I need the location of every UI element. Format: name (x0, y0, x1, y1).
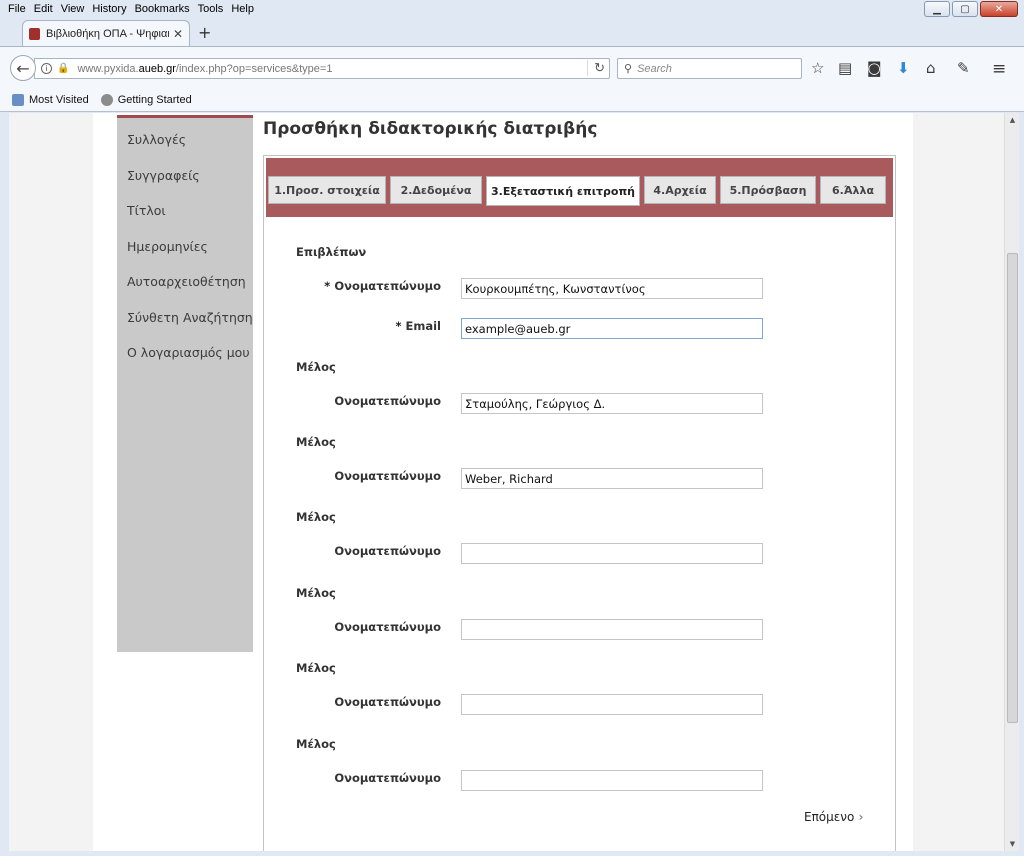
extension-icon[interactable]: ✎ (957, 59, 970, 77)
tab-examination-committee[interactable]: 3.Εξεταστική επιτροπή (486, 176, 640, 206)
member-name-label: Ονοματεπώνυμο (334, 620, 441, 634)
menu-bookmarks[interactable]: Bookmarks (131, 0, 194, 18)
page-viewport: Συλλογές Συγγραφείς Τίτλοι Ημερομηνίες Α… (9, 113, 1004, 851)
downloads-icon[interactable]: ⬇ (897, 59, 910, 77)
member-4-name-field[interactable] (461, 619, 763, 640)
member-name-label: Ονοματεπώνυμο (334, 469, 441, 483)
info-icon[interactable]: i (41, 63, 52, 74)
member-1-name-field[interactable] (461, 393, 763, 414)
sidebar-item-titles[interactable]: Τίτλοι (117, 193, 253, 229)
member-3-name-field[interactable] (461, 543, 763, 564)
sidebar-item-self-archiving[interactable]: Αυτοαρχειοθέτηση (117, 264, 253, 300)
sidebar-item-advanced-search[interactable]: Σύνθετη Αναζήτηση (117, 300, 253, 336)
url-bar[interactable]: i 🔒 www.pyxida.aueb.gr/index.php?op=serv… (34, 58, 610, 79)
browser-window: File Edit View History Bookmarks Tools H… (0, 0, 1024, 856)
search-placeholder: Search (637, 62, 672, 75)
scroll-down-icon[interactable]: ▼ (1005, 837, 1020, 851)
next-link[interactable]: Επόμενο › (804, 810, 863, 824)
menu-file[interactable]: File (0, 0, 30, 18)
search-icon: ⚲ (624, 63, 633, 75)
insecure-lock-icon[interactable]: 🔒 (57, 63, 69, 74)
menu-view[interactable]: View (57, 0, 89, 18)
tab-files[interactable]: 4.Αρχεία (644, 176, 716, 204)
back-arrow-icon: ← (16, 58, 30, 78)
tab-personal-info[interactable]: 1.Προσ. στοιχεία (268, 176, 386, 204)
menu-help[interactable]: Help (227, 0, 258, 18)
close-tab-icon[interactable]: ✕ (173, 27, 183, 41)
menu-bar: File Edit View History Bookmarks Tools H… (0, 0, 1024, 18)
thesis-form: 1.Προσ. στοιχεία 2.Δεδομένα 3.Εξεταστική… (263, 155, 896, 851)
navigation-toolbar: i 🔒 www.pyxida.aueb.gr/index.php?op=serv… (0, 46, 1024, 88)
home-icon[interactable]: ⌂ (926, 59, 936, 77)
bookmark-star-icon[interactable]: ☆ (811, 59, 824, 77)
member-heading: Μέλος (296, 737, 336, 751)
tab-data[interactable]: 2.Δεδομένα (390, 176, 482, 204)
tab-other[interactable]: 6.Άλλα (820, 176, 886, 204)
tab-title: Βιβλιοθήκη ΟΠΑ - Ψηφιακ... (46, 28, 169, 40)
supervisor-name-label: * Ονοματεπώνυμο (324, 279, 441, 293)
sidebar: Συλλογές Συγγραφείς Τίτλοι Ημερομηνίες Α… (117, 115, 253, 652)
sidebar-item-dates[interactable]: Ημερομηνίες (117, 229, 253, 265)
required-marker: * (324, 279, 331, 293)
form-tab-bar: 1.Προσ. στοιχεία 2.Δεδομένα 3.Εξεταστική… (266, 158, 893, 217)
member-5-name-field[interactable] (461, 694, 763, 715)
menu-history[interactable]: History (88, 0, 130, 18)
favicon-icon (29, 28, 40, 40)
back-button[interactable]: ← (10, 55, 36, 81)
maximize-button[interactable]: ▢ (952, 1, 978, 17)
pocket-icon[interactable]: ◙ (867, 59, 882, 77)
member-heading: Μέλος (296, 510, 336, 524)
member-6-name-field[interactable] (461, 770, 763, 791)
search-input[interactable]: ⚲ Search (617, 58, 802, 79)
tab-strip: Βιβλιοθήκη ΟΠΑ - Ψηφιακ... ✕ + (0, 18, 1024, 47)
member-name-label: Ονοματεπώνυμο (334, 771, 441, 785)
member-heading: Μέλος (296, 586, 336, 600)
required-marker: * (395, 319, 402, 333)
chevron-right-icon: › (854, 810, 864, 824)
sidebar-item-authors[interactable]: Συγγραφείς (117, 158, 253, 194)
bookmarks-toolbar: Most Visited Getting Started (0, 88, 1024, 112)
reload-icon[interactable]: ↻ (587, 60, 605, 76)
supervisor-heading: Επιβλέπων (296, 245, 367, 259)
hamburger-menu-icon[interactable]: ≡ (992, 59, 1006, 79)
minimize-button[interactable]: ▁ (924, 1, 950, 17)
sidebar-item-my-account[interactable]: Ο λογαριασμός μου (117, 335, 253, 371)
member-heading: Μέλος (296, 360, 336, 374)
member-name-label: Ονοματεπώνυμο (334, 394, 441, 408)
member-2-name-field[interactable] (461, 468, 763, 489)
supervisor-email-field[interactable] (461, 318, 763, 339)
reading-list-icon[interactable]: ▤ (838, 59, 852, 77)
menu-tools[interactable]: Tools (194, 0, 228, 18)
supervisor-name-field[interactable] (461, 278, 763, 299)
menu-edit[interactable]: Edit (30, 0, 57, 18)
tab-access[interactable]: 5.Πρόσβαση (720, 176, 816, 204)
scrollbar-thumb[interactable] (1007, 253, 1018, 723)
member-name-label: Ονοματεπώνυμο (334, 695, 441, 709)
page-container: Συλλογές Συγγραφείς Τίτλοι Ημερομηνίες Α… (93, 113, 913, 851)
close-window-button[interactable]: ✕ (980, 1, 1018, 17)
scroll-up-icon[interactable]: ▲ (1005, 113, 1020, 127)
window-controls: ▁ ▢ ✕ (924, 1, 1018, 17)
url-text: www.pyxida.aueb.gr/index.php?op=services… (77, 62, 333, 75)
bookmark-most-visited[interactable]: Most Visited (12, 93, 89, 106)
page-title: Προσθήκη διδακτορικής διατριβής (263, 119, 598, 139)
vertical-scrollbar[interactable]: ▲ ▼ (1004, 113, 1019, 851)
globe-icon (100, 93, 113, 106)
member-heading: Μέλος (296, 661, 336, 675)
supervisor-email-label: * Email (395, 319, 441, 333)
bookmark-folder-icon (12, 93, 24, 106)
new-tab-icon[interactable]: + (198, 23, 211, 42)
bookmark-getting-started[interactable]: Getting Started (100, 93, 192, 106)
member-heading: Μέλος (296, 435, 336, 449)
browser-tab[interactable]: Βιβλιοθήκη ΟΠΑ - Ψηφιακ... ✕ (22, 20, 190, 47)
sidebar-item-collections[interactable]: Συλλογές (117, 122, 253, 158)
member-name-label: Ονοματεπώνυμο (334, 544, 441, 558)
